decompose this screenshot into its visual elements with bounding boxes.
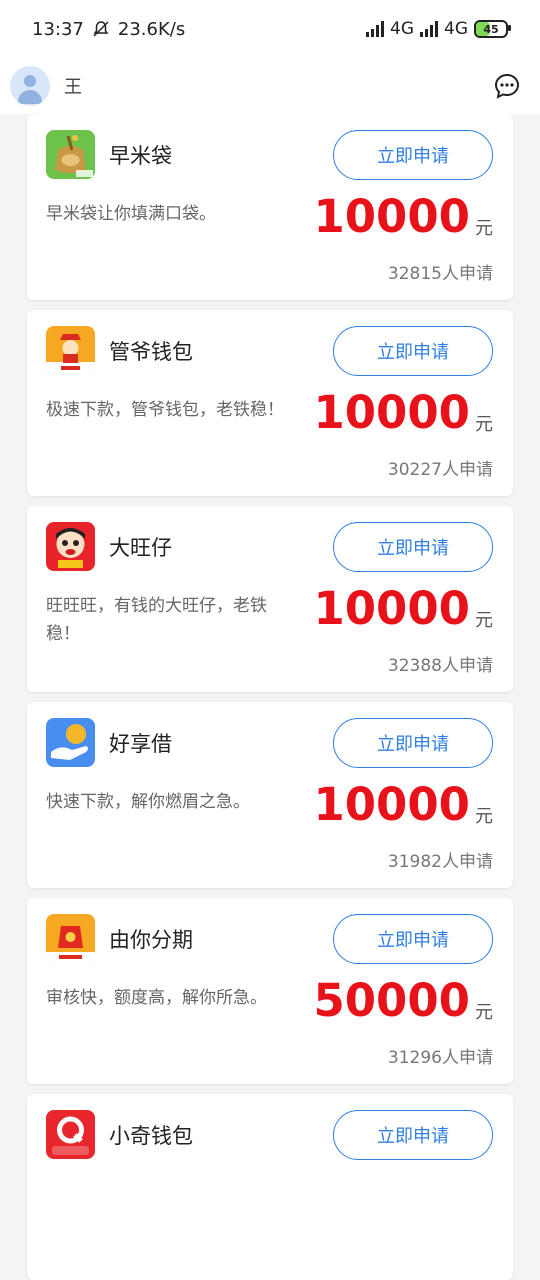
loan-amount: 10000 元 (313, 388, 493, 438)
loan-card[interactable]: 管爷钱包 立即申请 极速下款，管爷钱包，老铁稳！ 10000 元 30227人申… (27, 310, 513, 496)
amount-unit: 元 (475, 1002, 493, 1023)
product-description: 早米袋让你填满口袋。 (46, 204, 216, 224)
mute-bell-icon (93, 21, 109, 37)
applicant-count: 32815人申请 (387, 264, 493, 284)
applicant-count: 32388人申请 (387, 656, 493, 676)
applicant-count: 31296人申请 (387, 1048, 493, 1068)
amount-value: 10000 (313, 386, 470, 439)
username: 王 (64, 77, 82, 98)
product-name: 好享借 (109, 732, 172, 756)
dawangzai-logo-icon (46, 522, 95, 571)
loan-amount: 10000 元 (313, 192, 493, 242)
applicant-count: 31982人申请 (387, 852, 493, 872)
loan-amount: 10000 元 (313, 780, 493, 830)
product-name: 早米袋 (109, 144, 172, 168)
product-name: 小奇钱包 (109, 1124, 193, 1148)
apply-button[interactable]: 立即申请 (333, 914, 493, 964)
apply-button[interactable]: 立即申请 (333, 1110, 493, 1160)
rice-bag-logo-icon (46, 130, 95, 179)
user-header: 王 (0, 58, 540, 114)
youni-fenqi-logo-icon (46, 914, 95, 963)
apply-button[interactable]: 立即申请 (333, 718, 493, 768)
loan-card[interactable]: 由你分期 立即申请 审核快，额度高，解你所急。 50000 元 31296人申请 (27, 898, 513, 1084)
signal-label-1: 4G (390, 19, 414, 39)
amount-value: 50000 (313, 974, 470, 1027)
loan-amount: 50000 元 (313, 976, 493, 1026)
loan-card[interactable]: 大旺仔 立即申请 旺旺旺，有钱的大旺仔，老铁稳！ 10000 元 32388人申… (27, 506, 513, 692)
network-speed: 23.6K/s (117, 18, 186, 40)
loan-card[interactable]: 早米袋 立即申请 早米袋让你填满口袋。 10000 元 32815人申请 (27, 114, 513, 300)
product-description: 审核快，额度高，解你所急。 (46, 988, 267, 1008)
loan-card[interactable]: 好享借 立即申请 快速下款，解你燃眉之急。 10000 元 31982人申请 (27, 702, 513, 888)
product-description: 快速下款，解你燃眉之急。 (46, 792, 250, 812)
message-icon[interactable] (494, 73, 520, 99)
amount-value: 10000 (313, 778, 470, 831)
guanye-wallet-logo-icon (46, 326, 95, 375)
product-description: 极速下款，管爷钱包，老铁稳！ (46, 400, 284, 420)
signal-label-2: 4G (444, 19, 468, 39)
product-name: 大旺仔 (109, 536, 172, 560)
signal-icon (366, 21, 384, 37)
product-name: 管爷钱包 (109, 340, 193, 364)
product-description: 旺旺旺，有钱的大旺仔，老铁稳！ (46, 596, 267, 644)
apply-button[interactable]: 立即申请 (333, 130, 493, 180)
loan-card[interactable]: 小奇钱包 立即申请 (27, 1094, 513, 1280)
apply-button[interactable]: 立即申请 (333, 522, 493, 572)
xiaoqi-wallet-logo-icon (46, 1110, 95, 1159)
amount-value: 10000 (313, 190, 470, 243)
amount-value: 10000 (313, 582, 470, 635)
amount-unit: 元 (475, 414, 493, 435)
product-name: 由你分期 (109, 928, 193, 952)
apply-button[interactable]: 立即申请 (333, 326, 493, 376)
avatar[interactable] (10, 66, 50, 106)
battery-level: 45 (483, 22, 499, 36)
signal-icon (420, 21, 438, 37)
amount-unit: 元 (475, 806, 493, 827)
clock: 13:37 (32, 18, 84, 40)
haoxiangjie-logo-icon (46, 718, 95, 767)
applicant-count: 30227人申请 (387, 460, 493, 480)
status-bar: 13:37 23.6K/s 4G 4G 45 (0, 0, 540, 58)
amount-unit: 元 (475, 610, 493, 631)
amount-unit: 元 (475, 218, 493, 239)
battery-icon: 45 (474, 20, 511, 38)
loan-amount: 10000 元 (313, 584, 493, 634)
